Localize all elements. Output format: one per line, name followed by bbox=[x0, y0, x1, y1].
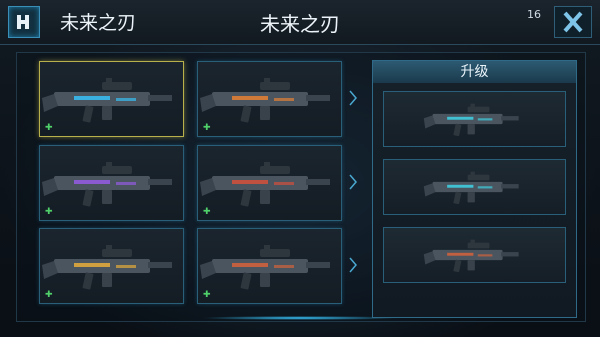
upgrade-option[interactable] bbox=[383, 159, 566, 215]
top-bar: 未来之刃 未来之刃 16 bbox=[0, 0, 600, 45]
rifle-icon bbox=[42, 245, 172, 290]
weapon-slot[interactable]: ✚ bbox=[39, 145, 184, 221]
weapon-slot[interactable]: ✚ bbox=[39, 228, 184, 304]
rifle-icon bbox=[200, 162, 330, 207]
upgrade-option[interactable] bbox=[383, 227, 566, 283]
plus-icon: ✚ bbox=[203, 290, 211, 300]
weapon-slot[interactable]: ✚ bbox=[39, 61, 184, 137]
upgrade-panel: 升级 bbox=[372, 60, 577, 318]
rifle-icon bbox=[200, 78, 330, 123]
close-icon bbox=[563, 11, 583, 33]
upgrade-title: 升级 bbox=[373, 61, 576, 83]
plus-icon: ✚ bbox=[203, 207, 211, 217]
plus-icon: ✚ bbox=[203, 123, 211, 133]
close-button[interactable] bbox=[554, 6, 592, 38]
plus-icon: ✚ bbox=[45, 290, 53, 300]
rifle-icon bbox=[200, 245, 330, 290]
weapon-slot[interactable]: ✚ bbox=[197, 61, 342, 137]
rifle-icon bbox=[42, 78, 172, 123]
chevron-right-icon bbox=[349, 174, 357, 190]
chevron-right-icon bbox=[349, 257, 357, 273]
rifle-icon bbox=[42, 162, 172, 207]
upgrade-option[interactable] bbox=[383, 91, 566, 147]
frame-glow bbox=[200, 316, 400, 320]
page-title: 未来之刃 bbox=[260, 12, 340, 36]
rifle-icon bbox=[423, 171, 519, 205]
rifle-icon bbox=[423, 239, 519, 273]
item-counter: 16 bbox=[527, 8, 541, 21]
rifle-icon bbox=[423, 103, 519, 137]
weapon-slot[interactable]: ✚ bbox=[197, 228, 342, 304]
chevron-right-icon bbox=[349, 90, 357, 106]
plus-icon: ✚ bbox=[45, 207, 53, 217]
weapon-slot[interactable]: ✚ bbox=[197, 145, 342, 221]
plus-icon: ✚ bbox=[45, 123, 53, 133]
